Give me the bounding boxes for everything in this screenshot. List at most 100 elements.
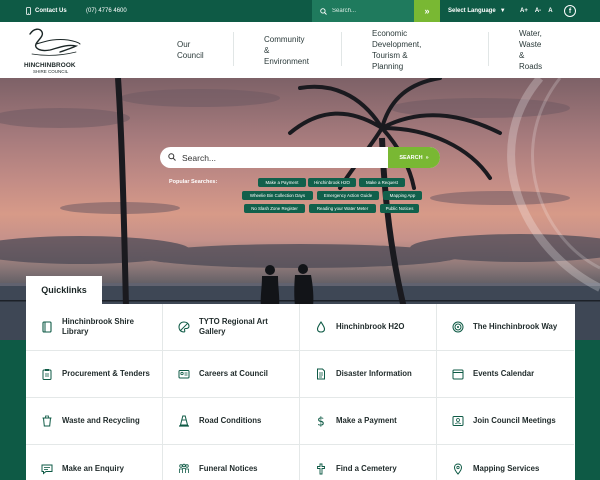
quicklink-label: Procurement & Tenders bbox=[62, 369, 150, 378]
quicklinks-title: Quicklinks bbox=[26, 276, 102, 304]
traffic-cone-icon bbox=[179, 415, 189, 427]
language-label: Select Language bbox=[448, 8, 496, 14]
top-search-button[interactable]: » bbox=[414, 0, 440, 22]
popular-search-pill[interactable]: Public Notices bbox=[380, 204, 419, 213]
popular-search-pill[interactable]: Reading your Water Meter bbox=[309, 204, 376, 213]
contact-us-label: Contact Us bbox=[35, 8, 67, 14]
nav-divider bbox=[488, 32, 489, 66]
popular-search-pill[interactable]: Make a Payment bbox=[258, 178, 306, 187]
chevron-down-icon: ▼ bbox=[499, 8, 506, 14]
quicklink-label: Find a Cemetery bbox=[336, 463, 397, 473]
quicklink-label: TYTO Regional Art Gallery bbox=[199, 317, 268, 336]
clipboard-icon bbox=[42, 369, 52, 380]
popular-search-pill[interactable]: Mapping App bbox=[383, 191, 422, 200]
quicklink-disaster-info[interactable]: Disaster Information bbox=[300, 351, 437, 398]
chat-icon bbox=[41, 464, 53, 475]
nav-community-environment[interactable]: Community & Environment bbox=[264, 32, 309, 68]
hero-search-input[interactable] bbox=[182, 152, 390, 163]
hero-search-button[interactable]: SEARCH » bbox=[388, 147, 440, 168]
quicklink-label: Funeral Notices bbox=[199, 463, 258, 473]
quicklink-h2o[interactable]: Hinchinbrook H2O bbox=[300, 304, 437, 351]
font-decrease-button[interactable]: A- bbox=[535, 8, 541, 14]
quicklink-hinchinbrook-way[interactable]: The Hinchinbrook Way bbox=[437, 304, 574, 351]
nav-label: Roads bbox=[519, 62, 543, 71]
contact-us-link[interactable]: Contact Us bbox=[26, 0, 67, 22]
quicklink-label: Mapping Services bbox=[473, 463, 540, 473]
document-icon bbox=[317, 368, 325, 380]
quicklink-council-meetings[interactable]: Join Council Meetings bbox=[437, 398, 574, 445]
nav-label: Our bbox=[177, 40, 191, 49]
id-card-icon bbox=[178, 370, 190, 379]
quicklink-funeral-notices[interactable]: Funeral Notices bbox=[163, 445, 300, 480]
popular-search-pill[interactable]: Make a Request bbox=[359, 178, 405, 187]
palette-icon bbox=[178, 321, 190, 333]
nav-our-council[interactable]: Our Council bbox=[177, 32, 204, 68]
logo-title: HINCHINBROOK bbox=[24, 62, 76, 69]
nav-label: Economic Development, bbox=[372, 29, 422, 49]
quicklink-cemetery[interactable]: Find a Cemetery bbox=[300, 445, 437, 480]
quicklink-label: Hinchinbrook H2O bbox=[336, 322, 405, 331]
cross-icon bbox=[317, 463, 325, 474]
bin-icon bbox=[42, 415, 52, 427]
book-icon bbox=[42, 321, 52, 333]
quicklink-enquiry[interactable]: Make an Enquiry bbox=[26, 445, 163, 480]
font-size-controls: A+ A- A bbox=[520, 0, 553, 22]
map-pin-icon bbox=[453, 462, 463, 475]
quicklinks-grid: Hinchinbrook Shire Library TYTO Regional… bbox=[26, 304, 575, 480]
quicklink-label: The Hinchinbrook Way bbox=[473, 322, 558, 331]
quicklink-events[interactable]: Events Calendar bbox=[437, 351, 574, 398]
site-header: HINCHINBROOK SHIRE COUNCIL Our Council Co… bbox=[0, 22, 600, 78]
popular-search-pill[interactable]: Wheelie Bin Collection Days bbox=[242, 191, 313, 200]
popular-searches-label: Popular Searches: bbox=[169, 179, 218, 185]
popular-search-pill[interactable]: Emergency Action Guide bbox=[317, 191, 379, 200]
quicklink-label: Join Council Meetings bbox=[473, 416, 556, 425]
quicklink-library[interactable]: Hinchinbrook Shire Library bbox=[26, 304, 163, 351]
quicklink-label: Road Conditions bbox=[199, 416, 262, 425]
font-increase-button[interactable]: A+ bbox=[520, 8, 528, 14]
phone-number[interactable]: (07) 4776 4600 bbox=[86, 0, 127, 22]
nav-economic-development[interactable]: Economic Development, Tourism & Planning bbox=[372, 29, 421, 71]
top-bar: Contact Us (07) 4776 4600 » Select Langu… bbox=[0, 0, 600, 22]
quicklink-label: Events Calendar bbox=[473, 369, 535, 378]
water-drop-icon bbox=[316, 321, 326, 333]
quicklink-procurement[interactable]: Procurement & Tenders bbox=[26, 351, 163, 398]
hero-search-bar[interactable]: SEARCH » bbox=[160, 147, 440, 168]
quicklink-careers[interactable]: Careers at Council bbox=[163, 351, 300, 398]
quicklink-waste[interactable]: Waste and Recycling bbox=[26, 398, 163, 445]
nav-label: Tourism & Planning bbox=[372, 51, 408, 71]
search-button-label: SEARCH bbox=[399, 154, 423, 161]
search-icon bbox=[320, 7, 327, 15]
phone-icon bbox=[26, 7, 31, 15]
quicklink-label: Hinchinbrook Shire Library bbox=[62, 317, 134, 336]
quicklink-mapping[interactable]: Mapping Services bbox=[437, 445, 574, 480]
language-selector[interactable]: Select Language ▼ bbox=[448, 0, 506, 22]
quicklink-label: Make a Payment bbox=[336, 416, 397, 425]
nav-label: Environment bbox=[264, 56, 309, 66]
site-logo[interactable]: HINCHINBROOK SHIRE COUNCIL bbox=[24, 26, 84, 74]
nav-water-waste-roads[interactable]: Water, Waste & Roads bbox=[519, 29, 542, 71]
svg-text:$: $ bbox=[317, 415, 325, 427]
top-search-input[interactable] bbox=[332, 8, 412, 14]
font-reset-button[interactable]: A bbox=[548, 8, 552, 14]
quicklink-road-conditions[interactable]: Road Conditions bbox=[163, 398, 300, 445]
quicklink-make-payment[interactable]: $ Make a Payment bbox=[300, 398, 437, 445]
bird-logo-icon bbox=[29, 28, 81, 56]
target-icon bbox=[452, 321, 464, 333]
quicklink-art-gallery[interactable]: TYTO Regional Art Gallery bbox=[163, 304, 300, 351]
logo-subtitle: SHIRE COUNCIL bbox=[33, 69, 69, 74]
nav-label: Community & bbox=[264, 34, 305, 55]
double-chevron-icon: » bbox=[425, 154, 429, 161]
nav-divider bbox=[233, 32, 234, 66]
facebook-icon[interactable]: f bbox=[564, 5, 576, 17]
quicklink-label: Disaster Information bbox=[336, 369, 412, 378]
search-icon bbox=[168, 152, 176, 163]
nav-label: Water, Waste & bbox=[519, 29, 542, 60]
nav-divider bbox=[341, 32, 342, 66]
popular-search-pill[interactable]: No Slash Zone Register bbox=[244, 204, 305, 213]
quicklink-label: Make an Enquiry bbox=[62, 463, 124, 473]
meeting-icon bbox=[452, 416, 464, 426]
dollar-icon: $ bbox=[317, 415, 325, 427]
popular-search-pill[interactable]: Hinchinbrook H2O bbox=[308, 178, 356, 187]
people-icon bbox=[179, 463, 189, 473]
top-search-box[interactable] bbox=[312, 0, 414, 22]
